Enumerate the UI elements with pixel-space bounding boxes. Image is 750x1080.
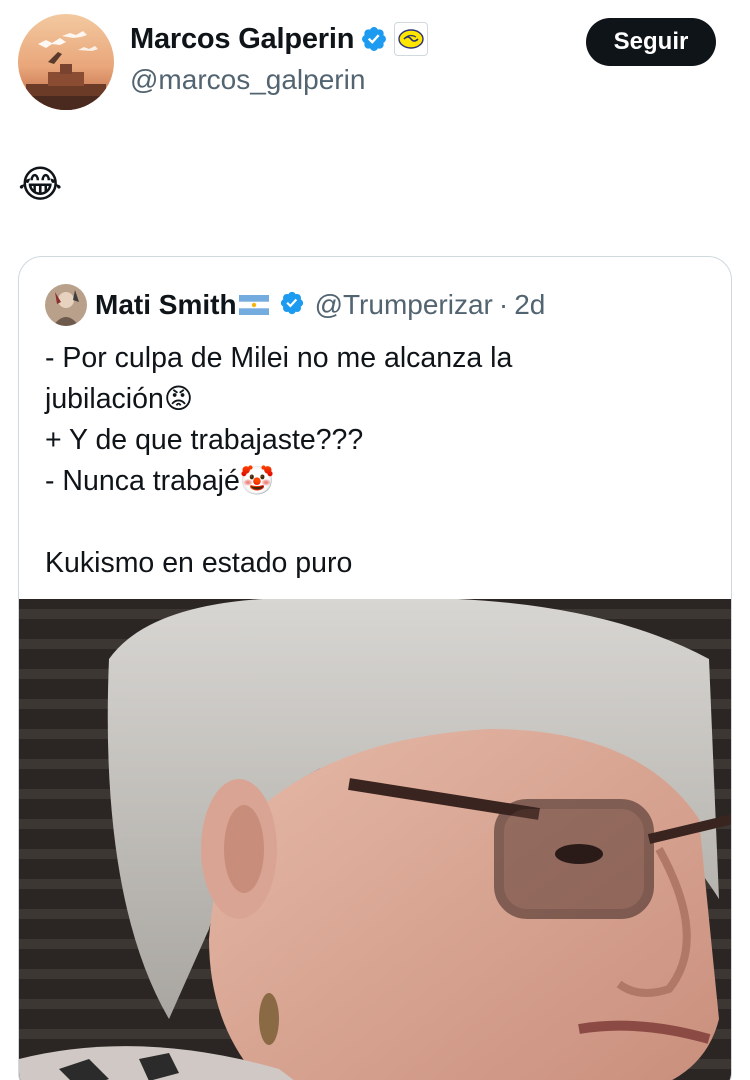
quoted-tweet-card[interactable]: Mati Smith @Trumperizar · 2d - Por culpa… xyxy=(18,256,732,1080)
quoted-line-text: jubilación xyxy=(45,383,164,415)
quoted-line-text: Kukismo en estado puro xyxy=(45,547,353,579)
quoted-video-media[interactable] xyxy=(19,599,731,1080)
handshake-badge-icon[interactable] xyxy=(394,22,429,56)
quoted-timestamp[interactable]: 2d xyxy=(514,289,545,321)
separator-dot: · xyxy=(498,289,509,320)
quoted-text-line: + Y de que trabajaste??? xyxy=(45,419,705,460)
quoted-line-text: + Y de que trabajaste??? xyxy=(45,424,364,456)
quoted-text-line: - Nunca trabajé🤡 xyxy=(45,460,705,501)
quoted-line-text: - Nunca trabajé xyxy=(45,465,240,497)
quoted-text-line: Kukismo en estado puro xyxy=(45,542,705,583)
argentina-flag-icon xyxy=(238,295,269,315)
quoted-text-line xyxy=(45,501,705,542)
quoted-author-handle[interactable]: @Trumperizar xyxy=(315,289,493,321)
quoted-line-text: - Por culpa de Milei no me alcanza la xyxy=(45,342,513,374)
tweet-page: Marcos Galperin @marcos_galperin Seguir … xyxy=(0,0,750,1080)
author-handle[interactable]: @marcos_galperin xyxy=(130,64,365,96)
quoted-text-line: - Por culpa de Milei no me alcanza la xyxy=(45,337,705,378)
quoted-author-name[interactable]: Mati Smith xyxy=(95,289,237,321)
author-name-row: Marcos Galperin xyxy=(130,22,429,56)
verified-badge-icon[interactable] xyxy=(360,25,388,53)
quoted-text-line: jubilación😡 xyxy=(45,378,705,419)
clown-face-emoji: 🤡 xyxy=(239,464,275,497)
quoted-tweet-text: - Por culpa de Milei no me alcanza la ju… xyxy=(45,337,705,583)
quoted-tweet-header: Mati Smith @Trumperizar · 2d xyxy=(45,283,545,327)
angry-face-emoji: 😡 xyxy=(163,382,194,415)
follow-button[interactable]: Seguir xyxy=(586,18,716,66)
tweet-text: 😂 xyxy=(18,162,63,206)
quoted-verified-badge-icon[interactable] xyxy=(279,290,305,321)
author-avatar[interactable] xyxy=(18,14,114,110)
quoted-author-avatar[interactable] xyxy=(45,284,87,326)
author-name[interactable]: Marcos Galperin xyxy=(130,23,354,56)
